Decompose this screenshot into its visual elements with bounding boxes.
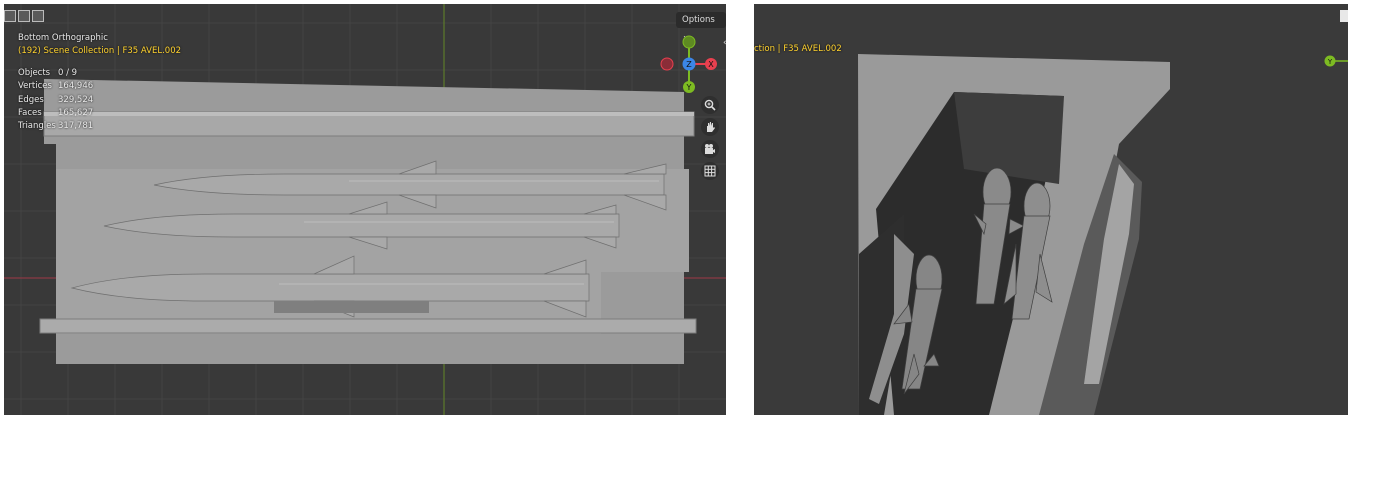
stat-value: 0 / 9 xyxy=(58,68,78,78)
stat-label: Vertices xyxy=(18,81,52,92)
gizmo-z-label: Z xyxy=(686,60,692,69)
stat-value: 329,524 xyxy=(58,94,94,105)
view-name: Bottom Orthographic xyxy=(18,33,108,43)
gizmo-neg-x[interactable] xyxy=(660,57,674,71)
hand-pan-icon[interactable] xyxy=(701,118,719,136)
stat-label: Edges xyxy=(18,94,44,105)
navigation-gizmo[interactable]: Z X Y xyxy=(659,34,725,98)
gizmo-y-label: Y xyxy=(686,83,692,92)
zoom-in-icon[interactable] xyxy=(701,96,719,114)
stat-label: Triangles xyxy=(18,121,56,132)
stat-value: 165,627 xyxy=(58,107,94,118)
left-3d-viewport[interactable]: Bottom Orthographic (192) Scene Collecti… xyxy=(4,4,726,415)
camera-icon[interactable] xyxy=(701,140,719,158)
corner-widget[interactable] xyxy=(1340,10,1348,22)
scene-statistics: Objects 0 / 9 Vertices 164,946 Edges 329,52… xyxy=(18,67,93,133)
right-3d-viewport[interactable]: ction | F35 AVEL.002 Y xyxy=(754,4,1348,415)
axis-gizmo-partial[interactable]: Y xyxy=(1324,54,1348,68)
stat-value: 317,781 xyxy=(58,121,94,132)
collection-info: (192) Scene Collection | F35 AVEL.002 xyxy=(18,46,182,56)
chevron-left-icon[interactable]: ‹ xyxy=(723,38,726,56)
options-label: Options xyxy=(682,15,715,25)
weapon-bay-model[interactable] xyxy=(4,4,726,415)
stat-label: Objects xyxy=(18,68,51,78)
select-icon[interactable] xyxy=(18,10,30,22)
gizmo-x-label: X xyxy=(708,60,714,69)
header-icons[interactable] xyxy=(4,10,44,22)
collection-info-partial: ction | F35 AVEL.002 xyxy=(754,44,842,54)
options-dropdown[interactable]: Options ⌄ xyxy=(676,12,726,41)
stat-row-triangles: Triangles 317,781 xyxy=(18,120,93,133)
stat-row-objects: Objects 0 / 9 xyxy=(18,67,93,80)
overlay-icon[interactable] xyxy=(32,10,44,22)
stat-row-faces: Faces 165,627 xyxy=(18,107,93,120)
stat-label: Faces xyxy=(18,107,42,118)
grid-icon[interactable] xyxy=(701,162,719,180)
perspective-model[interactable] xyxy=(754,4,1348,415)
mode-icon[interactable] xyxy=(4,10,16,22)
axis-y-label: Y xyxy=(1327,58,1333,66)
stat-row-edges: Edges 329,524 xyxy=(18,94,93,107)
stat-value: 164,946 xyxy=(58,81,94,92)
gizmo-neg-y[interactable] xyxy=(682,35,696,49)
stat-row-vertices: Vertices 164,946 xyxy=(18,80,93,93)
